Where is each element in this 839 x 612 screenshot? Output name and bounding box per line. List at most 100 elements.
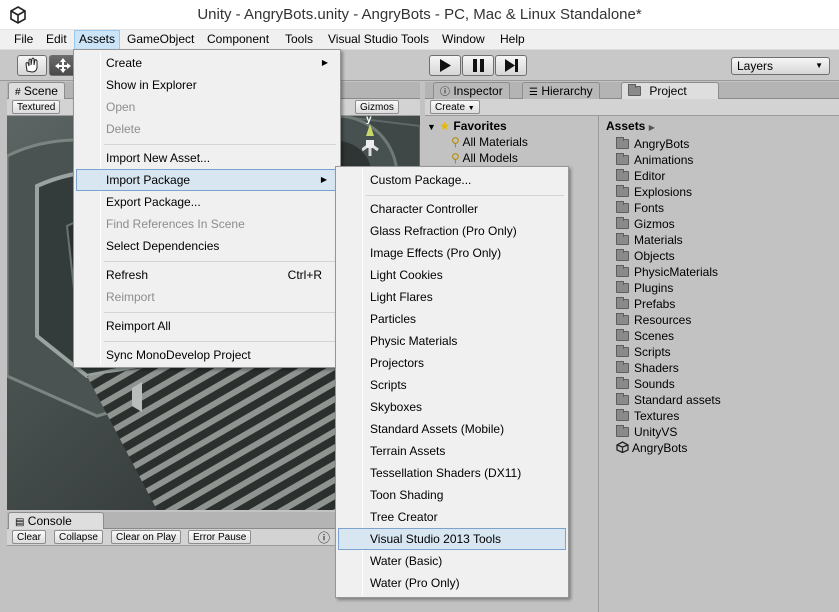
- menu-item-label: Import Package: [106, 173, 191, 187]
- inspector-tab-label: Inspector: [453, 84, 503, 98]
- package-item-visual-studio-2013-tools[interactable]: Visual Studio 2013 Tools: [338, 528, 566, 550]
- folder-item[interactable]: Materials: [616, 232, 683, 248]
- menu-edit[interactable]: Edit: [42, 30, 71, 50]
- menu-separator: [104, 341, 336, 342]
- folder-icon: [616, 169, 629, 181]
- folder-label: Editor: [634, 169, 666, 183]
- menu-item-refresh[interactable]: Refresh Ctrl+R: [76, 264, 338, 286]
- folder-item[interactable]: Sounds: [616, 376, 675, 392]
- search-icon: ⚲: [451, 135, 460, 149]
- package-item[interactable]: Light Flares: [338, 286, 566, 308]
- menu-item-export-package[interactable]: Export Package...: [76, 191, 338, 213]
- folder-item[interactable]: Fonts: [616, 200, 664, 216]
- package-item[interactable]: Character Controller: [338, 198, 566, 220]
- folder-item[interactable]: Shaders: [616, 360, 679, 376]
- tab-inspector[interactable]: ⓘ Inspector: [433, 82, 510, 99]
- pause-icon: [473, 59, 484, 72]
- menu-assets[interactable]: Assets: [74, 30, 121, 50]
- menu-component[interactable]: Component: [203, 30, 273, 50]
- folder-icon: [616, 329, 629, 341]
- menu-item-label: Water (Basic): [370, 554, 443, 568]
- folder-item[interactable]: Resources: [616, 312, 691, 328]
- assets-breadcrumb[interactable]: Assets ▶: [606, 118, 655, 134]
- menu-visual-studio-tools[interactable]: Visual Studio Tools: [324, 30, 433, 50]
- menu-item-import-new-asset[interactable]: Import New Asset...: [76, 147, 338, 169]
- package-item[interactable]: Tree Creator: [338, 506, 566, 528]
- folder-item[interactable]: Animations: [616, 152, 693, 168]
- folder-item[interactable]: Prefabs: [616, 296, 675, 312]
- tab-console[interactable]: ▤ Console: [8, 512, 104, 529]
- console-icon: ▤: [15, 517, 25, 528]
- folder-item[interactable]: Gizmos: [616, 216, 675, 232]
- menu-tools[interactable]: Tools: [281, 30, 317, 50]
- console-clear-button[interactable]: Clear: [12, 530, 46, 544]
- folder-icon: [616, 265, 629, 277]
- project-tab-label: Project: [649, 84, 687, 98]
- package-item-custom[interactable]: Custom Package...: [338, 169, 566, 191]
- scene-orientation-gizmo[interactable]: y: [361, 116, 402, 156]
- package-item[interactable]: Tessellation Shaders (DX11): [338, 462, 566, 484]
- step-icon: [505, 59, 518, 72]
- menu-item-select-dependencies[interactable]: Select Dependencies: [76, 235, 338, 257]
- scene-file-label: AngryBots: [632, 441, 688, 455]
- package-item[interactable]: Physic Materials: [338, 330, 566, 352]
- folder-item[interactable]: Editor: [616, 168, 665, 184]
- package-item[interactable]: Glass Refraction (Pro Only): [338, 220, 566, 242]
- console-collapse-button[interactable]: Collapse: [54, 530, 103, 544]
- menu-item-reimport-all[interactable]: Reimport All: [76, 315, 338, 337]
- menu-item-import-package[interactable]: Import Package ▶: [76, 169, 338, 191]
- tab-hierarchy[interactable]: ☰ Hierarchy: [522, 82, 600, 99]
- play-button[interactable]: [429, 55, 461, 76]
- pause-button[interactable]: [462, 55, 494, 76]
- folder-item[interactable]: Textures: [616, 408, 679, 424]
- menu-item-create[interactable]: Create ▶: [76, 52, 338, 74]
- folder-item[interactable]: UnityVS: [616, 424, 677, 440]
- folder-item[interactable]: Explosions: [616, 184, 692, 200]
- folder-item[interactable]: Objects: [616, 248, 675, 264]
- menu-item-sync-monodevelop[interactable]: Sync MonoDevelop Project: [76, 344, 338, 366]
- menu-window[interactable]: Window: [438, 30, 489, 50]
- package-item[interactable]: Projectors: [338, 352, 566, 374]
- package-item[interactable]: Skyboxes: [338, 396, 566, 418]
- folder-item[interactable]: Standard assets: [616, 392, 721, 408]
- folder-item[interactable]: Plugins: [616, 280, 673, 296]
- folder-item[interactable]: PhysicMaterials: [616, 264, 718, 280]
- folder-icon: [616, 249, 629, 261]
- tab-scene[interactable]: # Scene: [8, 82, 65, 99]
- folder-item[interactable]: Scenes: [616, 328, 674, 344]
- tab-project[interactable]: Project: [621, 82, 719, 99]
- search-icon: ⚲: [451, 151, 460, 165]
- scene-file-item[interactable]: AngryBots: [616, 440, 687, 456]
- package-item[interactable]: Terrain Assets: [338, 440, 566, 462]
- menu-item-label: Water (Pro Only): [370, 576, 460, 590]
- layers-dropdown[interactable]: Layers ▼: [731, 57, 830, 75]
- favorites-header[interactable]: ▼ ★ Favorites: [427, 118, 507, 134]
- folder-item[interactable]: AngryBots: [616, 136, 689, 152]
- menu-item-label: Standard Assets (Mobile): [370, 422, 505, 436]
- console-clear-on-play-button[interactable]: Clear on Play: [111, 530, 182, 544]
- step-button[interactable]: [495, 55, 527, 76]
- package-item[interactable]: Image Effects (Pro Only): [338, 242, 566, 264]
- folder-item[interactable]: Scripts: [616, 344, 671, 360]
- package-item[interactable]: Standard Assets (Mobile): [338, 418, 566, 440]
- menu-help[interactable]: Help: [496, 30, 529, 50]
- favorite-item[interactable]: ⚲ All Materials: [451, 134, 528, 150]
- package-item[interactable]: Toon Shading: [338, 484, 566, 506]
- console-error-pause-button[interactable]: Error Pause: [188, 530, 252, 544]
- hand-tool-button[interactable]: [17, 55, 47, 76]
- menu-item-find-references: Find References In Scene: [76, 213, 338, 235]
- shading-mode-dropdown[interactable]: Textured: [12, 100, 61, 114]
- menu-item-show-in-explorer[interactable]: Show in Explorer: [76, 74, 338, 96]
- folder-label: Scenes: [634, 329, 675, 343]
- package-item[interactable]: Water (Basic): [338, 550, 566, 572]
- gizmos-dropdown[interactable]: Gizmos: [355, 100, 399, 114]
- menu-gameobject[interactable]: GameObject: [123, 30, 198, 50]
- package-item[interactable]: Particles: [338, 308, 566, 330]
- package-item[interactable]: Water (Pro Only): [338, 572, 566, 594]
- package-item[interactable]: Scripts: [338, 374, 566, 396]
- package-item[interactable]: Light Cookies: [338, 264, 566, 286]
- menu-file[interactable]: File: [10, 30, 37, 50]
- project-create-dropdown[interactable]: Create ▼: [430, 100, 480, 114]
- favorite-item[interactable]: ⚲ All Models: [451, 150, 518, 166]
- favorites-label: Favorites: [453, 119, 507, 133]
